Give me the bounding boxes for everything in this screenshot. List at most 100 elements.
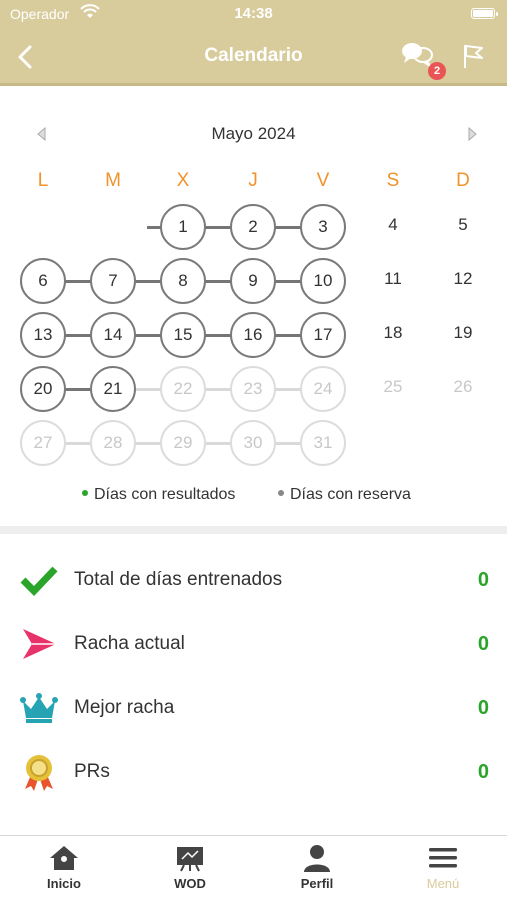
tab-inicio[interactable]: Inicio bbox=[14, 844, 114, 891]
triangle-right-icon bbox=[468, 126, 477, 142]
tab-menu[interactable]: Menú bbox=[393, 844, 493, 891]
weekday-label: D bbox=[456, 170, 470, 191]
chat-button[interactable]: 2 bbox=[400, 40, 446, 80]
calendar-day[interactable]: 27 bbox=[20, 420, 66, 466]
calendar-day[interactable]: 30 bbox=[230, 420, 276, 466]
stat-value: 0 bbox=[477, 761, 489, 783]
calendar-day[interactable]: 12 bbox=[440, 258, 486, 304]
weekday-label: V bbox=[316, 170, 330, 191]
home-icon bbox=[50, 846, 78, 870]
legend-reservations-label: Días con reserva bbox=[290, 486, 411, 503]
calendar-day[interactable]: 26 bbox=[440, 366, 486, 412]
streak-connector bbox=[203, 387, 233, 391]
stat-value: 0 bbox=[477, 633, 489, 655]
streak-connector bbox=[273, 387, 303, 391]
flag-button[interactable] bbox=[460, 42, 490, 72]
chat-badge: 2 bbox=[428, 62, 446, 80]
streak-connector bbox=[273, 279, 303, 283]
month-label: Mayo 2024 bbox=[211, 124, 296, 143]
calendar-day[interactable]: 28 bbox=[90, 420, 136, 466]
legend-reservations: Días con reserva bbox=[278, 486, 411, 504]
weekday-label: L bbox=[37, 170, 49, 191]
calendar-day[interactable]: 4 bbox=[370, 204, 416, 250]
calendar-day[interactable]: 21 bbox=[90, 366, 136, 412]
whiteboard-icon bbox=[177, 847, 203, 872]
chat-bubbles-icon bbox=[402, 43, 433, 67]
stat-best-streak: Mejor racha 0 bbox=[0, 683, 507, 733]
flag-icon bbox=[464, 45, 483, 68]
tab-label: Inicio bbox=[47, 876, 81, 891]
calendar-day[interactable]: 20 bbox=[20, 366, 66, 412]
weekday-label: J bbox=[248, 170, 258, 191]
streak-connector bbox=[63, 279, 93, 283]
calendar-nav: Mayo 2024 bbox=[0, 118, 507, 150]
stat-current-streak: Racha actual 0 bbox=[0, 619, 507, 669]
streak-connector bbox=[203, 225, 233, 229]
streak-connector bbox=[133, 441, 163, 445]
tab-perfil[interactable]: Perfil bbox=[267, 844, 367, 891]
green-dot-icon bbox=[82, 490, 88, 497]
calendar-day[interactable]: 6 bbox=[20, 258, 66, 304]
calendar-day[interactable]: 18 bbox=[370, 312, 416, 358]
calendar-day[interactable]: 2 bbox=[230, 204, 276, 250]
calendar-day[interactable]: 19 bbox=[440, 312, 486, 358]
stat-label: PRs bbox=[74, 761, 110, 782]
tab-wod[interactable]: WOD bbox=[140, 844, 240, 891]
calendar-day[interactable]: 14 bbox=[90, 312, 136, 358]
app-header: Operador 14:38 Calendario 2 bbox=[0, 0, 507, 86]
streak-connector bbox=[273, 441, 303, 445]
streak-connector bbox=[63, 333, 93, 337]
streak-connector bbox=[203, 441, 233, 445]
user-icon bbox=[304, 845, 330, 872]
calendar-day[interactable]: 15 bbox=[160, 312, 206, 358]
weekday-label: X bbox=[176, 170, 190, 191]
stat-value: 0 bbox=[477, 569, 489, 591]
calendar-day[interactable]: 22 bbox=[160, 366, 206, 412]
tab-label: Perfil bbox=[300, 876, 334, 891]
streak-connector bbox=[133, 333, 163, 337]
calendar-day[interactable]: 7 bbox=[90, 258, 136, 304]
streak-connector bbox=[203, 279, 233, 283]
stat-value: 0 bbox=[477, 697, 489, 719]
calendar-day[interactable]: 17 bbox=[300, 312, 346, 358]
stat-label: Mejor racha bbox=[74, 697, 175, 718]
streak-connector bbox=[273, 225, 303, 229]
calendar-day[interactable]: 1 bbox=[160, 204, 206, 250]
battery-icon bbox=[471, 8, 498, 19]
stat-label: Racha actual bbox=[74, 633, 185, 654]
stat-total-days: Total de días entrenados 0 bbox=[0, 555, 507, 605]
crown-icon bbox=[20, 689, 58, 727]
paper-plane-icon bbox=[20, 625, 58, 663]
legend-results-label: Días con resultados bbox=[94, 486, 236, 503]
checkmark-icon bbox=[20, 561, 58, 599]
medal-icon bbox=[20, 753, 58, 791]
calendar-day[interactable]: 8 bbox=[160, 258, 206, 304]
streak-connector bbox=[133, 387, 163, 391]
weekday-label: M bbox=[105, 170, 121, 191]
tab-label: WOD bbox=[174, 876, 206, 891]
calendar-day[interactable]: 23 bbox=[230, 366, 276, 412]
streak-connector bbox=[133, 279, 163, 283]
calendar-day[interactable]: 3 bbox=[300, 204, 346, 250]
calendar-day[interactable]: 11 bbox=[370, 258, 416, 304]
calendar-day[interactable]: 29 bbox=[160, 420, 206, 466]
next-month-button[interactable] bbox=[464, 126, 480, 142]
streak-connector bbox=[63, 387, 93, 391]
calendar-day[interactable]: 16 bbox=[230, 312, 276, 358]
calendar-day[interactable]: 10 bbox=[300, 258, 346, 304]
status-bar: Operador 14:38 bbox=[0, 0, 507, 28]
calendar-day[interactable]: 25 bbox=[370, 366, 416, 412]
weekday-label: S bbox=[386, 170, 400, 191]
calendar-day[interactable]: 9 bbox=[230, 258, 276, 304]
streak-connector bbox=[273, 333, 303, 337]
clock-time: 14:38 bbox=[234, 5, 273, 22]
calendar-day[interactable]: 13 bbox=[20, 312, 66, 358]
calendar-day[interactable]: 31 bbox=[300, 420, 346, 466]
tab-label: Menú bbox=[426, 876, 460, 891]
calendar-day[interactable]: 24 bbox=[300, 366, 346, 412]
legend-results: Días con resultados bbox=[82, 486, 235, 504]
calendar-day[interactable]: 5 bbox=[440, 204, 486, 250]
menu-icon bbox=[429, 848, 457, 868]
stat-label: Total de días entrenados bbox=[74, 569, 283, 590]
streak-connector bbox=[203, 333, 233, 337]
